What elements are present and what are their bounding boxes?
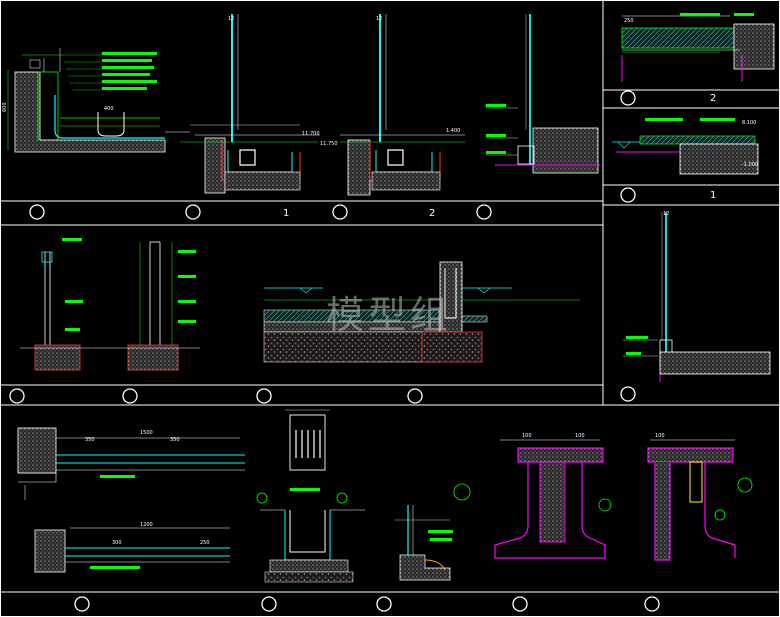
detail-circle	[9, 388, 25, 404]
detail-circle	[476, 204, 492, 220]
detail-bench-plan-1: 1500 350 350	[17, 427, 245, 500]
dim-label: 11.750	[320, 141, 338, 147]
detail-edge-corner	[395, 505, 453, 581]
dim-label: 600	[2, 102, 8, 112]
detail-circle	[185, 204, 201, 220]
dim-label: 1500	[140, 430, 153, 436]
watermark: 模型组	[326, 293, 453, 337]
detail-drain-grate	[285, 409, 330, 471]
detail-circle	[29, 204, 45, 220]
detail-post-elevation-1	[20, 238, 110, 371]
detail-bench-plan-2: 1200 300 250	[34, 522, 230, 573]
detail-circle	[74, 596, 90, 612]
dim-label: 300	[112, 540, 122, 546]
detail-circle	[256, 388, 272, 404]
dim-label: 100	[575, 433, 585, 439]
dim-label: 400	[104, 106, 114, 112]
dim-label: 12	[228, 16, 234, 22]
dim-label: 1200	[140, 522, 153, 528]
detail-tall-pole: 12	[623, 211, 771, 382]
detail-lamp-post-1: 11.700 11.750 12	[180, 14, 338, 194]
detail-pole-slab	[486, 14, 600, 174]
section-label: 2	[429, 208, 435, 219]
dim-label: 250	[200, 540, 210, 546]
detail-water-slab: 8.100 -1.000	[612, 118, 759, 175]
detail-circle	[332, 204, 348, 220]
dim-label: 350	[170, 437, 180, 443]
dim-label: -1.000	[742, 162, 758, 168]
detail-circle	[644, 596, 660, 612]
section-label: 2	[710, 93, 716, 104]
section-label: 1	[710, 190, 716, 201]
detail-circle	[620, 386, 636, 402]
detail-wall-section-magenta-1: 100 100	[453, 433, 612, 559]
detail-circle	[261, 596, 277, 612]
detail-circle	[407, 388, 423, 404]
detail-circle	[620, 187, 636, 203]
section-label: 1	[283, 208, 289, 219]
detail-circle	[376, 596, 392, 612]
dim-label: 100	[655, 433, 665, 439]
detail-wall-section-magenta-2: 100	[647, 433, 753, 561]
dim-label: 250	[624, 18, 634, 24]
dim-label: 100	[522, 433, 532, 439]
dim-label: 11.700	[302, 131, 320, 137]
dim-label: 12	[663, 211, 669, 217]
detail-lamp-post-2: 1.400 12	[340, 14, 465, 196]
detail-wall-pool-edge: 400 600	[2, 48, 190, 153]
dim-label: 12	[376, 16, 382, 22]
detail-drain-section	[256, 488, 365, 583]
detail-circle	[122, 388, 138, 404]
detail-circle	[512, 596, 528, 612]
dim-label: 1.400	[446, 128, 460, 134]
detail-slab-section-top: 250	[621, 13, 775, 82]
dim-label: 8.100	[742, 120, 756, 126]
detail-circle	[620, 90, 636, 106]
detail-post-elevation-2	[110, 241, 200, 371]
dim-label: 350	[85, 437, 95, 443]
